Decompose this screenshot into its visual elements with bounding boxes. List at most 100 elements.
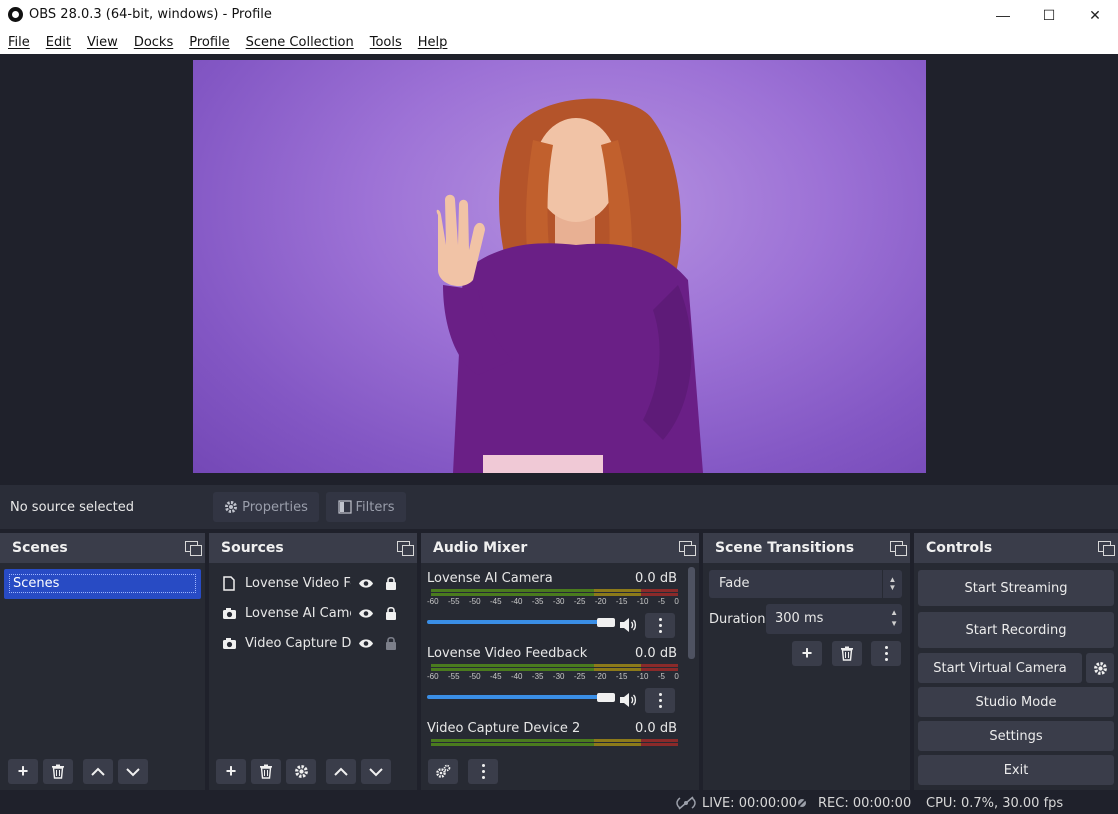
program-preview[interactable] xyxy=(193,60,926,473)
channel-db: 0.0 dB xyxy=(635,646,677,661)
menu-file[interactable]: File xyxy=(8,35,30,50)
audio-mixer-dock: Audio Mixer Lovense AI Camera 0.0 dB -60… xyxy=(421,533,699,790)
menu-view[interactable]: View xyxy=(87,35,118,50)
scene-transitions-title: Scene Transitions xyxy=(715,540,855,556)
mixer-footer xyxy=(421,750,699,790)
scene-item-label: Scenes xyxy=(9,574,196,593)
source-item[interactable]: Video Capture De xyxy=(221,629,406,657)
unlock-icon[interactable] xyxy=(383,635,399,651)
filter-icon xyxy=(337,500,352,514)
volume-slider-handle[interactable] xyxy=(597,693,615,702)
menu-profile[interactable]: Profile xyxy=(189,35,229,50)
audio-mixer-title: Audio Mixer xyxy=(433,540,528,556)
audio-mixer-dock-header: Audio Mixer xyxy=(421,533,699,563)
plus-icon: + xyxy=(17,761,29,781)
menu-tools[interactable]: Tools xyxy=(370,35,402,50)
settings-button[interactable]: Settings xyxy=(918,721,1114,751)
studio-mode-button[interactable]: Studio Mode xyxy=(918,687,1114,717)
lock-icon[interactable] xyxy=(383,605,399,621)
speaker-icon[interactable] xyxy=(619,617,637,633)
transition-menu-button[interactable] xyxy=(871,641,901,666)
menu-bar: File Edit View Docks Profile Scene Colle… xyxy=(0,30,1118,54)
chevron-down-icon xyxy=(369,767,383,776)
undock-icon[interactable] xyxy=(890,541,907,556)
menu-scene-collection[interactable]: Scene Collection xyxy=(246,35,354,50)
close-button[interactable]: ✕ xyxy=(1072,0,1118,30)
menu-edit[interactable]: Edit xyxy=(46,35,71,50)
virtual-camera-settings-button[interactable] xyxy=(1086,653,1114,683)
controls-dock: Controls Start Streaming Start Recording… xyxy=(914,533,1118,790)
source-item[interactable]: Lovense AI Camer xyxy=(221,599,406,627)
trash-icon xyxy=(841,646,853,661)
undock-icon[interactable] xyxy=(397,541,414,556)
status-bar: LIVE: 00:00:00 REC: 00:00:00 CPU: 0.7%, … xyxy=(0,792,1118,814)
duration-spinbox[interactable]: 300 ms ▲ ▼ xyxy=(766,604,902,634)
visibility-eye-icon[interactable] xyxy=(357,575,375,591)
scene-transitions-dock: Scene Transitions Fade ▲ ▼ Duration 300 m… xyxy=(703,533,910,790)
exit-button[interactable]: Exit xyxy=(918,755,1114,785)
mixer-menu-button[interactable] xyxy=(468,759,498,784)
visibility-eye-icon[interactable] xyxy=(357,605,375,621)
transition-select[interactable]: Fade ▲ ▼ xyxy=(709,570,902,598)
remove-scene-button[interactable] xyxy=(43,759,73,784)
gears-icon xyxy=(436,764,451,778)
add-source-button[interactable]: + xyxy=(216,759,246,784)
scenes-dock: Scenes Scenes + xyxy=(0,533,205,790)
start-recording-button[interactable]: Start Recording xyxy=(918,612,1114,648)
speaker-icon[interactable] xyxy=(619,692,637,708)
start-streaming-button[interactable]: Start Streaming xyxy=(918,570,1114,606)
lock-icon[interactable] xyxy=(383,575,399,591)
remove-transition-button[interactable] xyxy=(832,641,862,666)
plus-icon: + xyxy=(225,761,237,781)
gear-icon xyxy=(225,501,238,513)
volume-slider[interactable] xyxy=(427,695,613,699)
live-timer: LIVE: 00:00:00 xyxy=(702,796,798,811)
add-transition-button[interactable]: + xyxy=(792,641,822,666)
duration-value: 300 ms xyxy=(775,611,824,626)
move-source-down-button[interactable] xyxy=(361,759,391,784)
source-label: Lovense AI Camer xyxy=(245,605,351,621)
source-label: Video Capture De xyxy=(245,635,351,651)
volume-slider[interactable] xyxy=(427,620,613,624)
trash-icon xyxy=(260,764,272,779)
channel-db: 0.0 dB xyxy=(635,721,677,736)
undock-icon[interactable] xyxy=(1098,541,1115,556)
start-virtual-camera-button[interactable]: Start Virtual Camera xyxy=(918,653,1082,683)
preview-image xyxy=(436,98,703,473)
add-scene-button[interactable]: + xyxy=(8,759,38,784)
channel-menu-button[interactable] xyxy=(645,613,675,638)
undock-icon[interactable] xyxy=(679,541,696,556)
filters-button[interactable]: Filters xyxy=(326,492,406,522)
filters-label: Filters xyxy=(355,499,395,515)
sources-title: Sources xyxy=(221,540,284,556)
advanced-audio-button[interactable] xyxy=(428,759,458,784)
move-source-up-button[interactable] xyxy=(326,759,356,784)
minimize-button[interactable]: — xyxy=(980,0,1026,30)
spin-arrows-icon[interactable]: ▲ ▼ xyxy=(890,607,898,629)
properties-button[interactable]: Properties xyxy=(213,492,319,522)
volume-meter xyxy=(431,664,678,671)
menu-docks[interactable]: Docks xyxy=(134,35,173,50)
source-item[interactable]: Lovense Video Fe xyxy=(221,569,406,597)
chevron-up-icon xyxy=(91,767,105,776)
no-source-label: No source selected xyxy=(10,500,134,515)
channel-db: 0.0 dB xyxy=(635,571,677,586)
visibility-eye-icon[interactable] xyxy=(357,635,375,651)
volume-slider-handle[interactable] xyxy=(597,618,615,627)
maximize-button[interactable]: ☐ xyxy=(1026,0,1072,30)
move-scene-down-button[interactable] xyxy=(118,759,148,784)
gear-icon xyxy=(1093,661,1107,675)
mixer-scrollbar[interactable] xyxy=(688,567,695,659)
title-bar: OBS 28.0.3 (64-bit, windows) - Profile —… xyxy=(0,0,1118,30)
move-scene-up-button[interactable] xyxy=(83,759,113,784)
source-properties-button[interactable] xyxy=(286,759,316,784)
camera-icon xyxy=(221,605,237,621)
updown-arrows-icon: ▲ ▼ xyxy=(882,570,902,598)
remove-source-button[interactable] xyxy=(251,759,281,784)
undock-icon[interactable] xyxy=(185,541,202,556)
scenes-title: Scenes xyxy=(12,540,68,556)
scenes-dock-header: Scenes xyxy=(0,533,205,563)
channel-menu-button[interactable] xyxy=(645,688,675,713)
scene-item[interactable]: Scenes xyxy=(4,569,201,599)
menu-help[interactable]: Help xyxy=(418,35,448,50)
